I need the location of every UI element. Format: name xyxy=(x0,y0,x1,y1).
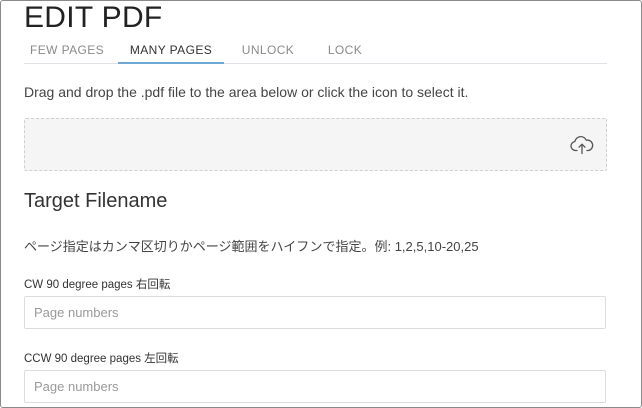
window-frame: EDIT PDF FEW PAGES MANY PAGES UNLOCK LOC… xyxy=(0,0,642,408)
page-range-hint: ページ指定はカンマ区切りかページ範囲をハイフンで指定。例: 1,2,5,10-2… xyxy=(24,239,479,254)
tab-bar: FEW PAGES MANY PAGES UNLOCK LOCK xyxy=(24,37,607,64)
upload-instruction: Drag and drop the .pdf file to the area … xyxy=(24,84,469,100)
ccw-pages-label: CCW 90 degree pages 左回転 xyxy=(24,353,179,365)
ccw-pages-input[interactable] xyxy=(24,370,606,403)
tab-lock[interactable]: LOCK xyxy=(320,37,370,62)
tab-many-pages[interactable]: MANY PAGES xyxy=(118,37,224,64)
page-title: EDIT PDF xyxy=(24,1,163,34)
target-filename-heading: Target Filename xyxy=(24,190,168,212)
tab-unlock[interactable]: UNLOCK xyxy=(236,37,300,62)
cloud-upload-icon[interactable] xyxy=(570,135,594,155)
tab-few-pages[interactable]: FEW PAGES xyxy=(24,37,110,62)
file-dropzone[interactable] xyxy=(24,118,607,171)
cw-pages-input[interactable] xyxy=(24,296,606,329)
cw-pages-label: CW 90 degree pages 右回転 xyxy=(24,279,171,291)
